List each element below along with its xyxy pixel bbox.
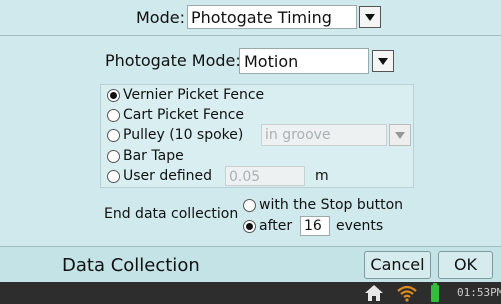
event-count-input[interactable]: 16: [300, 216, 330, 236]
wifi-icon: [397, 285, 417, 302]
ok-button[interactable]: OK: [438, 251, 493, 279]
bottom-bar: Data Collection Cancel OK: [0, 246, 501, 282]
status-bar: 01:53PM: [0, 282, 501, 304]
radio-vernier-picket-fence[interactable]: [107, 89, 120, 102]
option-label: Vernier Picket Fence: [123, 87, 265, 103]
option-label: with the Stop button: [259, 197, 404, 213]
photogate-mode-dropdown-chevron-down-icon[interactable]: [372, 50, 394, 72]
option-label: Bar Tape: [123, 148, 184, 164]
unit-label: m: [315, 168, 329, 184]
radio-user-defined[interactable]: [107, 170, 120, 183]
mode-label: Mode:: [136, 8, 185, 27]
pulley-position-select: in groove: [261, 124, 387, 146]
dialog-title: Data Collection: [62, 255, 200, 276]
radio-cart-picket-fence[interactable]: [107, 109, 120, 122]
clock: 01:53PM: [457, 286, 501, 299]
radio-stop-button[interactable]: [243, 199, 256, 212]
photogate-mode-select[interactable]: Motion: [239, 48, 369, 74]
user-defined-value-field: 0.05: [225, 166, 305, 186]
home-icon[interactable]: [364, 284, 384, 302]
pulley-dropdown-chevron-down-icon: [389, 124, 411, 146]
radio-after-events[interactable]: [243, 220, 256, 233]
cancel-button[interactable]: Cancel: [364, 251, 431, 279]
option-label: after: [259, 218, 293, 234]
picket-options-group: Vernier Picket Fence Cart Picket Fence P…: [100, 84, 414, 188]
radio-bar-tape[interactable]: [107, 150, 120, 163]
battery-icon: [431, 283, 439, 302]
option-label: Cart Picket Fence: [123, 107, 245, 123]
end-collection-label: End data collection: [104, 206, 239, 222]
events-label: events: [336, 218, 384, 234]
option-label: Pulley (10 spoke): [123, 127, 244, 143]
mode-row: Mode: Photogate Timing: [0, 0, 501, 36]
option-label: User defined: [123, 168, 213, 184]
photogate-mode-label: Photogate Mode:: [105, 51, 241, 70]
mode-select[interactable]: Photogate Timing: [187, 5, 357, 29]
screen: Mode: Photogate Timing Photogate Mode: M…: [0, 0, 501, 304]
mode-dropdown-chevron-down-icon[interactable]: [359, 6, 381, 28]
radio-pulley[interactable]: [107, 129, 120, 142]
